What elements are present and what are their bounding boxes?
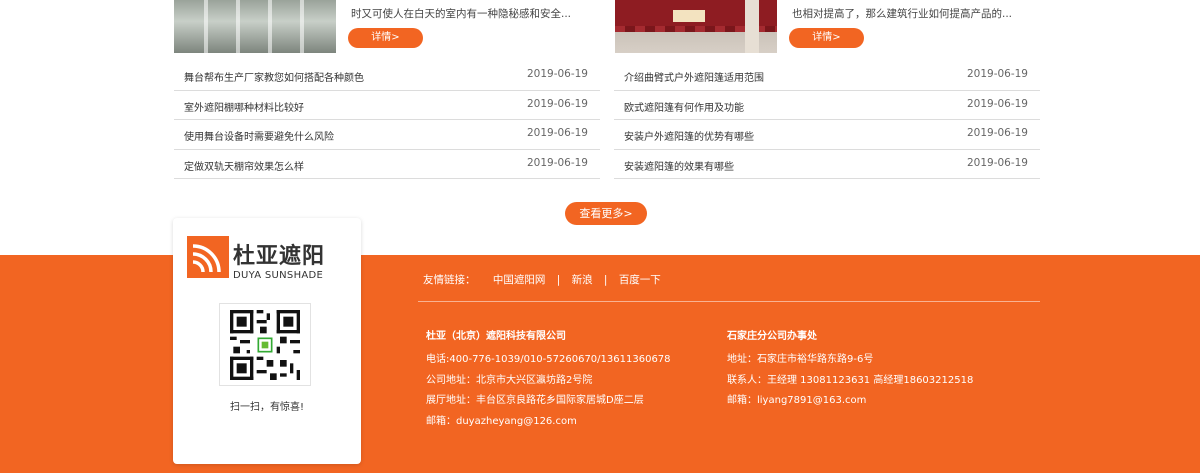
scan-caption: 扫一扫，有惊喜!: [229, 402, 304, 413]
company-phone: 电话:400-776-1039/010-57260670/13611360678: [426, 354, 671, 365]
news-date: 2019-06-19: [526, 127, 588, 139]
news-title[interactable]: 使用舞台设备时需要避免什么风险: [184, 128, 334, 143]
news-date: 2019-06-19: [966, 156, 1028, 169]
news-title[interactable]: 介绍曲臂式户外遮阳篷适用范围: [624, 69, 764, 84]
news-date: 2019-06-19: [526, 68, 588, 80]
news-date: 2019-06-19: [966, 127, 1028, 139]
branch-address: 地址：石家庄市裕华路东路9-6号: [727, 354, 874, 365]
friend-links-label: 友情链接：: [423, 274, 476, 286]
news-list-item[interactable]: 欧式遮阳篷有何作用及功能 2019-06-19: [614, 91, 1040, 120]
news-list-item[interactable]: 使用舞台设备时需要避免什么风险 2019-06-19: [174, 120, 600, 150]
friend-links: 友情链接： 中国遮阳网 | 新浪 | 百度一下: [423, 272, 665, 287]
footer-divider: [418, 301, 1040, 302]
news-list-item[interactable]: 安装户外遮阳篷的优势有哪些 2019-06-19: [614, 120, 1040, 150]
featured-article-1: 时又可使人在白天的室内有一种隐秘感和安全... 详情>: [174, 0, 574, 53]
news-date: 2019-06-19: [966, 68, 1028, 80]
link-separator: |: [556, 274, 561, 286]
news-date: 2019-06-19: [966, 97, 1028, 110]
news-list-item[interactable]: 定做双轨天棚帘效果怎么样 2019-06-19: [174, 150, 600, 179]
showroom-address: 展厅地址：丰台区京良路花乡国际家居城D座二层: [426, 395, 644, 406]
article-excerpt: 也相对提高了，那么建筑行业如何提高产品的...: [792, 8, 1013, 20]
link-sina[interactable]: 新浪: [572, 274, 593, 286]
news-title[interactable]: 舞台帮布生产厂家教您如何搭配各种颜色: [184, 69, 364, 84]
company-email: 邮箱：duyazheyang@126.com: [426, 415, 577, 427]
news-title[interactable]: 室外遮阳棚哪种材料比较好: [184, 99, 304, 114]
news-title[interactable]: 欧式遮阳篷有何作用及功能: [624, 99, 744, 114]
news-date: 2019-06-19: [526, 156, 588, 169]
branch-contacts: 联系人：王经理 13081123631 高经理18603212518: [727, 374, 974, 386]
brand-name-en: DUYA SUNSHADE: [233, 270, 324, 281]
branch-name: 石家庄分公司办事处: [727, 331, 817, 342]
news-list-left: 舞台帮布生产厂家教您如何搭配各种颜色 2019-06-19 室外遮阳棚哪种材料比…: [174, 61, 600, 179]
news-list-item[interactable]: 舞台帮布生产厂家教您如何搭配各种颜色 2019-06-19: [174, 61, 600, 91]
news-list-item[interactable]: 安装遮阳篷的效果有哪些 2019-06-19: [614, 150, 1040, 179]
company-address: 公司地址：北京市大兴区瀛坊路2号院: [426, 374, 593, 386]
brand-name-cn: 杜亚遮阳: [233, 244, 326, 269]
view-more-button[interactable]: 查看更多>: [565, 202, 647, 225]
article-excerpt: 时又可使人在白天的室内有一种隐秘感和安全...: [351, 8, 572, 20]
news-title[interactable]: 定做双轨天棚帘效果怎么样: [184, 158, 304, 173]
article-image-awning[interactable]: [615, 0, 777, 53]
brand-card: 杜亚遮阳 DUYA SUNSHADE 扫一扫，有惊喜!: [173, 218, 361, 464]
news-title[interactable]: 安装遮阳篷的效果有哪些: [624, 158, 734, 173]
news-date: 2019-06-19: [526, 97, 588, 110]
news-section: 时又可使人在白天的室内有一种隐秘感和安全... 详情> 也相对提高了，那么建筑行…: [0, 0, 1200, 255]
branch-info: 石家庄分公司办事处 地址：石家庄市裕华路东路9-6号 联系人：王经理 13081…: [727, 327, 973, 412]
link-china-shading[interactable]: 中国遮阳网: [493, 274, 546, 286]
link-baidu[interactable]: 百度一下: [619, 274, 661, 286]
news-list-right: 介绍曲臂式户外遮阳篷适用范围 2019-06-19 欧式遮阳篷有何作用及功能 2…: [614, 61, 1040, 179]
details-button[interactable]: 详情>: [348, 28, 423, 48]
details-button[interactable]: 详情>: [789, 28, 864, 48]
duya-logo-icon: [187, 236, 229, 278]
news-title[interactable]: 安装户外遮阳篷的优势有哪些: [624, 128, 754, 143]
qr-code-icon: [230, 310, 300, 380]
company-name: 杜亚（北京）遮阳科技有限公司: [426, 331, 566, 342]
article-image-mall[interactable]: [174, 0, 336, 53]
link-separator: |: [603, 274, 608, 286]
news-list-item[interactable]: 介绍曲臂式户外遮阳篷适用范围 2019-06-19: [614, 61, 1040, 91]
news-list-item[interactable]: 室外遮阳棚哪种材料比较好 2019-06-19: [174, 91, 600, 120]
qr-code: [219, 303, 311, 386]
featured-article-2: 也相对提高了，那么建筑行业如何提高产品的... 详情>: [615, 0, 1035, 53]
branch-email: 邮箱：liyang7891@163.com: [727, 395, 867, 406]
company-info: 杜亚（北京）遮阳科技有限公司 电话:400-776-1039/010-57260…: [426, 327, 671, 432]
